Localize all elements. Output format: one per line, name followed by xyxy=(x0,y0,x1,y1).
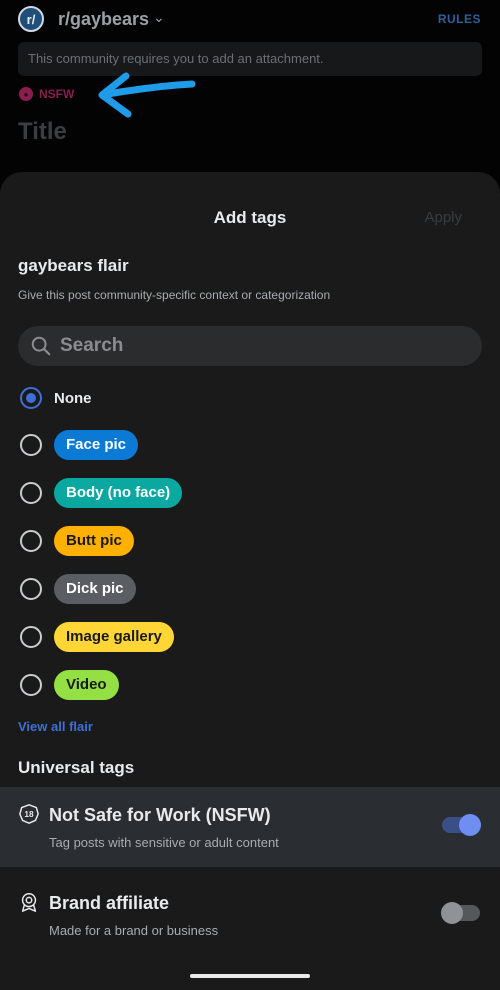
nsfw-18-icon: 18 xyxy=(19,804,39,824)
flair-heading: gaybears flair xyxy=(18,256,129,275)
nsfw-toggle[interactable] xyxy=(442,814,481,836)
flair-option-butt-pic[interactable]: Butt pic xyxy=(0,521,500,561)
flair-option-body[interactable]: Body (no face) xyxy=(0,473,500,513)
nsfw-icon: ● xyxy=(19,87,33,101)
brand-affiliate-description: Made for a brand or business xyxy=(49,923,219,938)
flair-subtitle: Give this post community-specific contex… xyxy=(18,288,331,302)
radio-button[interactable] xyxy=(20,434,42,456)
nsfw-chip-label: NSFW xyxy=(39,87,75,101)
chevron-down-icon[interactable]: ⌄ xyxy=(153,9,165,26)
view-all-flair-link[interactable]: View all flair xyxy=(18,719,93,734)
brand-affiliate-icon xyxy=(21,893,37,912)
flair-option-face-pic[interactable]: Face pic xyxy=(0,425,500,465)
search-placeholder: Search xyxy=(60,335,124,356)
radio-button[interactable] xyxy=(20,530,42,552)
apply-button[interactable]: Apply xyxy=(424,209,462,226)
flair-pill: Butt pic xyxy=(54,526,134,556)
flair-pill: Dick pic xyxy=(54,574,136,604)
composer-header: r/ r/gaybears ⌄ RULES xyxy=(0,0,500,40)
flair-pill: Image gallery xyxy=(54,622,174,652)
subreddit-name[interactable]: r/gaybears xyxy=(58,9,149,30)
rules-button[interactable]: RULES xyxy=(438,12,481,26)
search-icon xyxy=(31,336,51,356)
subreddit-avatar[interactable]: r/ xyxy=(18,6,44,32)
radio-button-selected[interactable] xyxy=(20,387,42,409)
nsfw-tag-row[interactable]: 18 Not Safe for Work (NSFW) Tag posts wi… xyxy=(0,787,500,867)
brand-affiliate-tag-row[interactable]: Brand affiliate Made for a brand or busi… xyxy=(0,875,500,955)
svg-text:18: 18 xyxy=(24,810,34,819)
nsfw-tag-chip[interactable]: ● NSFW xyxy=(19,87,74,101)
radio-button[interactable] xyxy=(20,626,42,648)
flair-option-video[interactable]: Video xyxy=(0,665,500,705)
flair-pill: Face pic xyxy=(54,430,139,460)
toggle-knob xyxy=(441,902,463,924)
add-tags-sheet: Add tags Apply gaybears flair Give this … xyxy=(0,172,500,990)
flair-pill: Body (no face) xyxy=(54,478,183,508)
toggle-knob xyxy=(459,814,481,836)
annotation-arrow-icon xyxy=(98,72,196,118)
flair-search-input[interactable]: Search xyxy=(18,326,482,366)
nsfw-tag-description: Tag posts with sensitive or adult conten… xyxy=(49,835,279,850)
flair-option-image-gallery[interactable]: Image gallery xyxy=(0,617,500,657)
radio-button[interactable] xyxy=(20,674,42,696)
brand-affiliate-title: Brand affiliate xyxy=(49,893,170,913)
flair-pill: Video xyxy=(54,670,119,700)
flair-option-none[interactable]: None xyxy=(0,378,500,418)
flair-option-dick-pic[interactable]: Dick pic xyxy=(0,569,500,609)
home-indicator[interactable] xyxy=(190,974,310,978)
radio-button[interactable] xyxy=(20,578,42,600)
brand-affiliate-toggle[interactable] xyxy=(441,902,480,924)
radio-button[interactable] xyxy=(20,482,42,504)
universal-tags-heading: Universal tags xyxy=(18,758,135,777)
nsfw-tag-title: Not Safe for Work (NSFW) xyxy=(49,805,271,825)
flair-option-label: None xyxy=(54,389,92,407)
title-input[interactable]: Title xyxy=(18,118,67,146)
